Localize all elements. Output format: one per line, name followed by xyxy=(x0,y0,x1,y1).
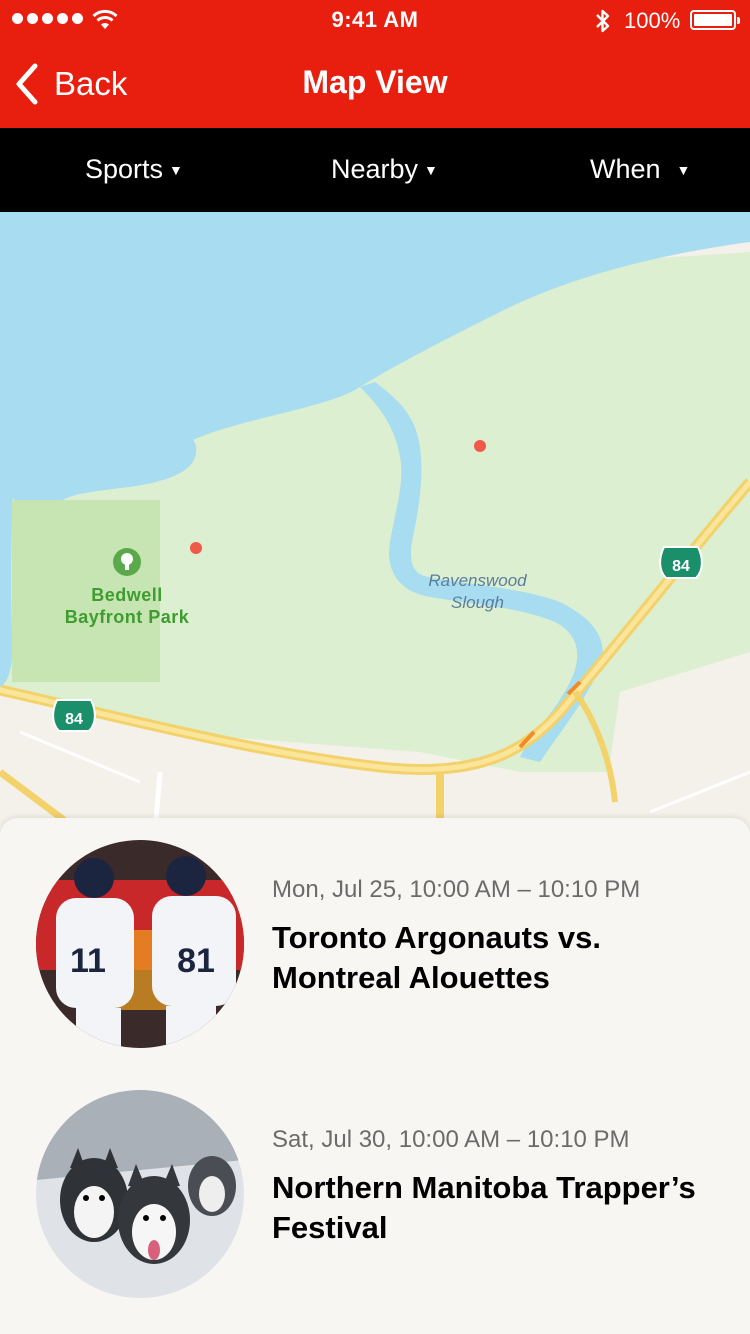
park-label-line2: Bayfront Park xyxy=(64,607,190,627)
caret-down-icon: ▼ xyxy=(424,161,438,178)
highway-shield-84-left: 84 xyxy=(65,711,83,728)
slough-label-line1: Ravenswood xyxy=(428,571,527,590)
sports-filter-dropdown[interactable]: Sports ▼ xyxy=(85,154,183,185)
map-view[interactable]: 84 84 Bedwell Bayfront Park Ravenswood S… xyxy=(0,212,750,832)
svg-text:81: 81 xyxy=(177,942,215,980)
slough-label: Ravenswood Slough xyxy=(410,570,545,614)
events-sheet[interactable]: 11 81 Mon, Jul 25, 10:00 AM – 10:10 PM T… xyxy=(0,818,750,1334)
sports-filter-label: Sports xyxy=(85,154,164,184)
event-title: Northern Manitoba Trapper’s Festival xyxy=(272,1170,696,1245)
when-filter-label: When xyxy=(590,154,661,184)
when-filter-dropdown[interactable]: When ▼ xyxy=(590,154,690,185)
battery-percent: 100% xyxy=(624,8,681,33)
nearby-filter-label: Nearby xyxy=(331,154,419,184)
park-label: Bedwell Bayfront Park xyxy=(52,584,202,628)
bluetooth-icon xyxy=(596,9,610,33)
filter-bar: Sports ▼ Nearby ▼ When ▼ xyxy=(0,128,750,212)
svg-text:11: 11 xyxy=(70,942,106,980)
highway-shield-84: 84 xyxy=(672,558,690,575)
battery-icon xyxy=(690,10,740,30)
caret-down-icon: ▼ xyxy=(169,161,183,178)
status-bar: 9:41 AM 100% xyxy=(0,0,750,40)
event-title: Toronto Argonauts vs. Montreal Alouettes xyxy=(272,920,601,995)
event-date: Sat, Jul 30, 10:00 AM – 10:10 PM xyxy=(272,1126,630,1153)
sled-dogs-photo xyxy=(36,1090,244,1298)
list-item[interactable]: Sat, Jul 30, 10:00 AM – 10:10 PM Norther… xyxy=(0,1090,750,1310)
nearby-filter-dropdown[interactable]: Nearby ▼ xyxy=(331,154,438,185)
caret-down-icon: ▼ xyxy=(676,161,691,178)
slough-label-line2: Slough xyxy=(451,593,504,612)
football-players-photo: 11 81 xyxy=(36,840,244,1048)
event-date: Mon, Jul 25, 10:00 AM – 10:10 PM xyxy=(272,876,641,903)
park-label-line1: Bedwell xyxy=(91,585,163,605)
navigation-bar: Back Map View xyxy=(0,40,750,128)
list-item[interactable]: 11 81 Mon, Jul 25, 10:00 AM – 10:10 PM T… xyxy=(0,840,750,1060)
page-title: Map View xyxy=(302,64,448,100)
